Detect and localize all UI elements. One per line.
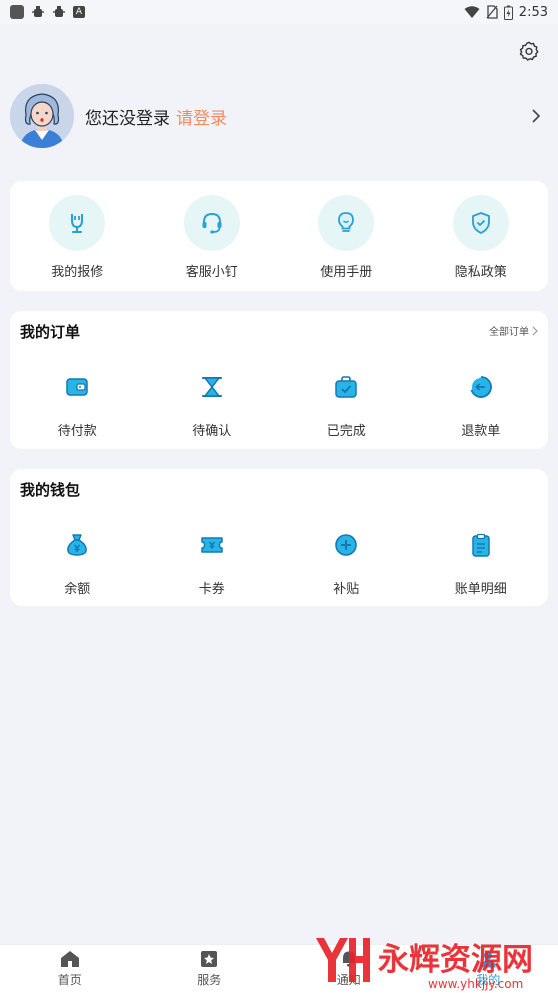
orders-row: 待付款 待确认 已完成 xyxy=(10,372,548,439)
icon-wrap xyxy=(466,530,496,560)
all-orders-link[interactable]: 全部订单 xyxy=(489,323,538,338)
a-notification-icon: A xyxy=(73,6,85,18)
quick-action-label: 使用手册 xyxy=(320,261,372,280)
shield-check-icon xyxy=(468,210,494,236)
icon-wrap xyxy=(466,372,496,402)
battery-icon xyxy=(504,5,513,20)
wifi-icon xyxy=(464,6,480,19)
quick-actions-card: 我的报修 客服小钉 使用手册 xyxy=(10,181,548,291)
clipboard-icon xyxy=(468,532,494,558)
status-bar-left: A xyxy=(10,5,85,19)
wallet-card: 我的钱包 余额 卡券 xyxy=(10,469,548,606)
status-time: 2:53 xyxy=(519,5,548,20)
status-bar: A 2:53 xyxy=(0,0,558,24)
money-bag-icon xyxy=(64,532,90,558)
order-label: 退款单 xyxy=(461,420,500,439)
order-pending-confirm[interactable]: 待确认 xyxy=(145,372,280,439)
watermark-url: www.yhkjjy.com xyxy=(428,977,523,991)
wallet-coupons[interactable]: 卡券 xyxy=(145,530,280,597)
hourglass-icon xyxy=(199,374,225,400)
no-sim-icon xyxy=(486,5,498,19)
avatar[interactable] xyxy=(10,84,74,148)
quick-action-label: 客服小钉 xyxy=(186,261,238,280)
quick-action-label: 我的报修 xyxy=(51,261,103,280)
watermark-logo: 永辉资源网 www.yhkjjy.com xyxy=(308,930,558,992)
refund-icon xyxy=(468,374,494,400)
gear-icon xyxy=(518,40,540,62)
headset-icon xyxy=(199,210,225,236)
login-link[interactable]: 请登录 xyxy=(176,104,227,129)
wallet-icon xyxy=(64,374,90,400)
wallet-label: 账单明细 xyxy=(455,578,507,597)
icon-wrap xyxy=(331,372,361,402)
order-refund[interactable]: 退款单 xyxy=(414,372,549,439)
quick-action-label: 隐私政策 xyxy=(455,261,507,280)
wallet-bill-details[interactable]: 账单明细 xyxy=(414,530,549,597)
icon-wrap xyxy=(197,530,227,560)
all-orders-label: 全部订单 xyxy=(489,323,529,338)
quick-action-customer-service[interactable]: 客服小钉 xyxy=(145,195,280,280)
profile-row[interactable]: 您还没登录 请登录 xyxy=(10,84,548,148)
icon-circle xyxy=(318,195,374,251)
avatar-image xyxy=(10,84,74,148)
wallet-label: 补贴 xyxy=(333,578,359,597)
lightbulb-icon xyxy=(333,210,359,236)
order-label: 待确认 xyxy=(192,420,231,439)
nav-label: 首页 xyxy=(58,971,82,988)
order-completed[interactable]: 已完成 xyxy=(279,372,414,439)
icon-wrap xyxy=(331,530,361,560)
icon-circle xyxy=(184,195,240,251)
bug-icon xyxy=(31,5,45,19)
watermark-title: 永辉资源网 xyxy=(378,942,533,978)
wallet-balance[interactable]: 余额 xyxy=(10,530,145,597)
ticket-icon xyxy=(199,532,225,558)
nav-label: 服务 xyxy=(197,971,221,988)
chevron-right-icon xyxy=(530,108,542,124)
wallet-title: 我的钱包 xyxy=(20,479,80,500)
quick-action-manual[interactable]: 使用手册 xyxy=(279,195,414,280)
orders-title: 我的订单 xyxy=(20,321,80,342)
wallet-label: 卡券 xyxy=(199,578,225,597)
quick-actions-row: 我的报修 客服小钉 使用手册 xyxy=(10,195,548,280)
app-notification-icon xyxy=(10,5,24,19)
service-icon xyxy=(200,950,218,968)
orders-card: 我的订单 全部订单 待付款 待确认 xyxy=(10,311,548,449)
wallet-label: 余额 xyxy=(64,578,90,597)
status-bar-right: 2:53 xyxy=(464,5,548,20)
icon-wrap xyxy=(62,372,92,402)
icon-wrap xyxy=(197,372,227,402)
wallet-row: 余额 卡券 补贴 xyxy=(10,530,548,597)
wallet-subsidy[interactable]: 补贴 xyxy=(279,530,414,597)
icon-wrap xyxy=(62,530,92,560)
subsidy-icon xyxy=(333,532,359,558)
bug-icon xyxy=(52,5,66,19)
chevron-right-icon xyxy=(532,326,538,336)
icon-circle xyxy=(49,195,105,251)
quick-action-repair[interactable]: 我的报修 xyxy=(10,195,145,280)
icon-circle xyxy=(453,195,509,251)
bag-check-icon xyxy=(333,374,359,400)
order-label: 已完成 xyxy=(327,420,366,439)
nav-home[interactable]: 首页 xyxy=(0,945,140,993)
not-logged-in-text: 您还没登录 xyxy=(85,104,170,129)
settings-button[interactable] xyxy=(518,40,540,62)
home-icon xyxy=(60,950,80,968)
quick-action-privacy[interactable]: 隐私政策 xyxy=(414,195,549,280)
order-pending-payment[interactable]: 待付款 xyxy=(10,372,145,439)
wrench-icon xyxy=(64,210,90,236)
order-label: 待付款 xyxy=(58,420,97,439)
nav-service[interactable]: 服务 xyxy=(140,945,280,993)
